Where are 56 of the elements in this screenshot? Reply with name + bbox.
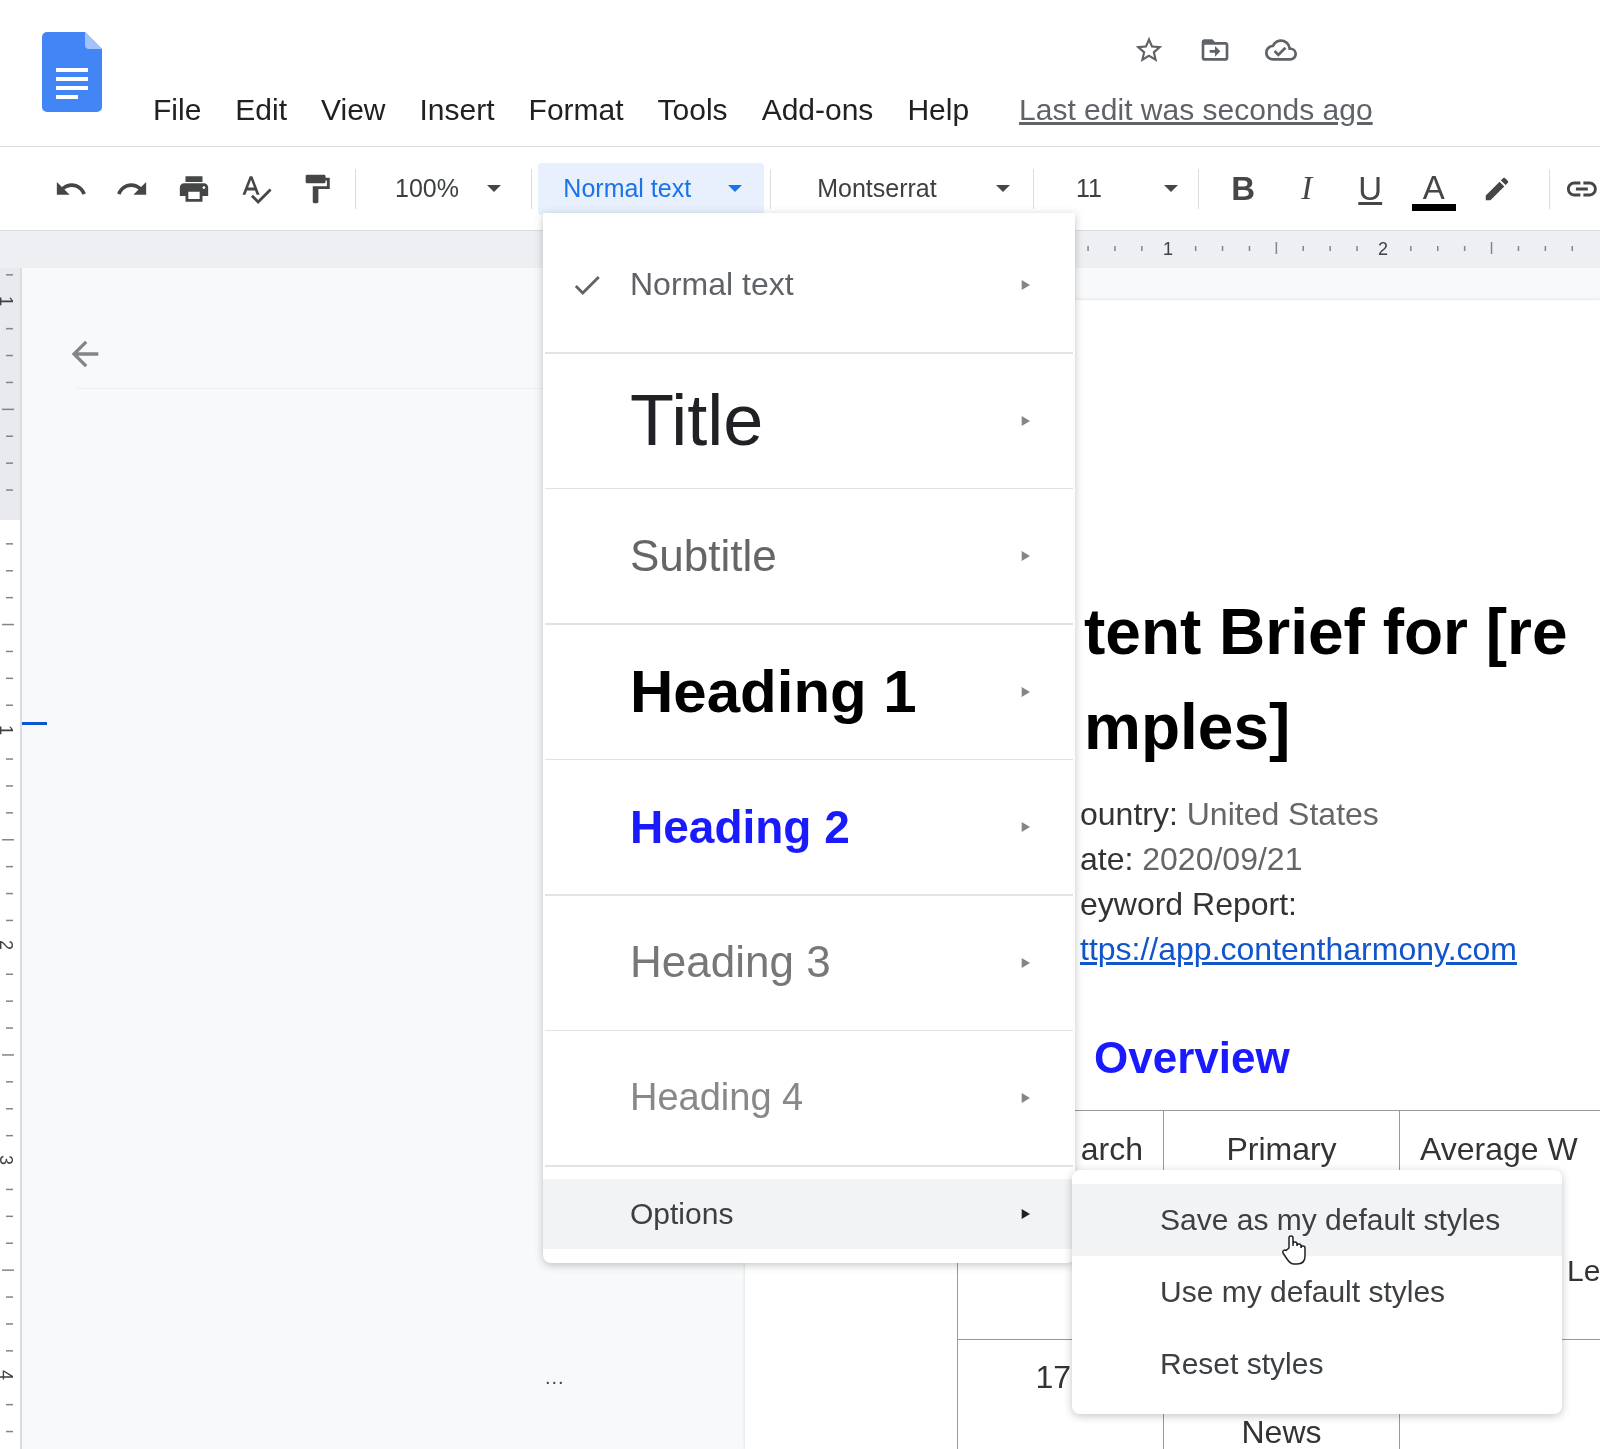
ruler-number: 4 xyxy=(0,1370,16,1380)
menu-item[interactable]: Edit xyxy=(218,90,305,130)
report-link[interactable]: ttps://app.contentharmony.com xyxy=(1080,927,1517,972)
caret-icon xyxy=(1164,185,1179,192)
more-indicator[interactable]: ... xyxy=(545,1366,565,1389)
menu-item[interactable]: View xyxy=(304,90,403,130)
text-color-button[interactable]: A xyxy=(1402,162,1466,215)
document-text: ate: 2020/09/21 xyxy=(1080,840,1304,879)
caret-icon xyxy=(728,185,743,192)
style-dropdown[interactable]: Normal text xyxy=(538,162,765,215)
table-cell-text: Average W xyxy=(1420,1131,1578,1167)
table-cell-text: arch xyxy=(1080,1131,1143,1167)
italic-button[interactable]: I xyxy=(1274,162,1339,215)
table-cell-text: News xyxy=(1241,1414,1322,1449)
document-text: eyword Report: xyxy=(1080,885,1298,924)
caret-icon xyxy=(487,185,502,192)
menu-item[interactable]: Insert xyxy=(402,90,512,130)
font-size-dropdown[interactable]: 11 xyxy=(1040,162,1193,215)
submenu-item[interactable]: Use my default styles xyxy=(1072,1256,1562,1328)
underline-button[interactable]: U xyxy=(1338,162,1403,215)
document-title: tent Brief for [re xyxy=(1084,595,1569,670)
font-dropdown[interactable]: Montserrat xyxy=(777,162,1026,215)
options-menu-item[interactable]: Options xyxy=(543,1178,1075,1249)
style-option[interactable]: Heading 1 xyxy=(543,627,1075,756)
section-heading: Overview xyxy=(1094,1032,1291,1084)
ruler-number: 1 xyxy=(0,296,16,306)
ruler-number: 1 xyxy=(1163,239,1173,259)
table-cell-text: 17 xyxy=(1035,1359,1071,1395)
style-option[interactable]: Normal text xyxy=(543,221,1075,349)
caret-icon xyxy=(995,185,1010,192)
zoom-dropdown[interactable]: 100% xyxy=(363,162,526,215)
indent-marker[interactable] xyxy=(22,722,47,725)
ruler-number: 2 xyxy=(0,940,16,950)
document-title: mples] xyxy=(1084,690,1292,765)
menu-item[interactable]: Tools xyxy=(640,90,745,130)
submenu-item[interactable]: Save as my default styles xyxy=(1072,1184,1562,1256)
submenu-item[interactable]: Reset styles xyxy=(1072,1328,1562,1400)
ruler-number: 2 xyxy=(1378,239,1388,259)
menu-item[interactable]: Add-ons xyxy=(744,90,891,130)
menu-item[interactable]: Help xyxy=(890,90,987,130)
document-text: ountry: United States xyxy=(1080,795,1380,834)
menu-item[interactable]: Format xyxy=(511,90,641,130)
ruler-number: 3 xyxy=(0,1155,16,1165)
style-option[interactable]: Heading 2 xyxy=(543,763,1075,891)
docs-logo[interactable] xyxy=(42,32,102,112)
style-option[interactable]: Title xyxy=(543,356,1075,485)
style-option[interactable]: Heading 3 xyxy=(543,898,1075,1027)
style-option[interactable]: Heading 4 xyxy=(543,1034,1075,1162)
hand-cursor-icon xyxy=(1281,1234,1307,1266)
last-edit-link[interactable]: Last edit was seconds ago xyxy=(1019,90,1373,130)
bold-button[interactable]: B xyxy=(1211,162,1275,215)
style-option[interactable]: Subtitle xyxy=(543,492,1075,620)
table-cell-text: Primary xyxy=(1226,1131,1337,1167)
table-cell-text: Le xyxy=(1567,1254,1600,1287)
menu-item[interactable]: File xyxy=(136,90,219,130)
ruler-number: 1 xyxy=(0,725,16,735)
